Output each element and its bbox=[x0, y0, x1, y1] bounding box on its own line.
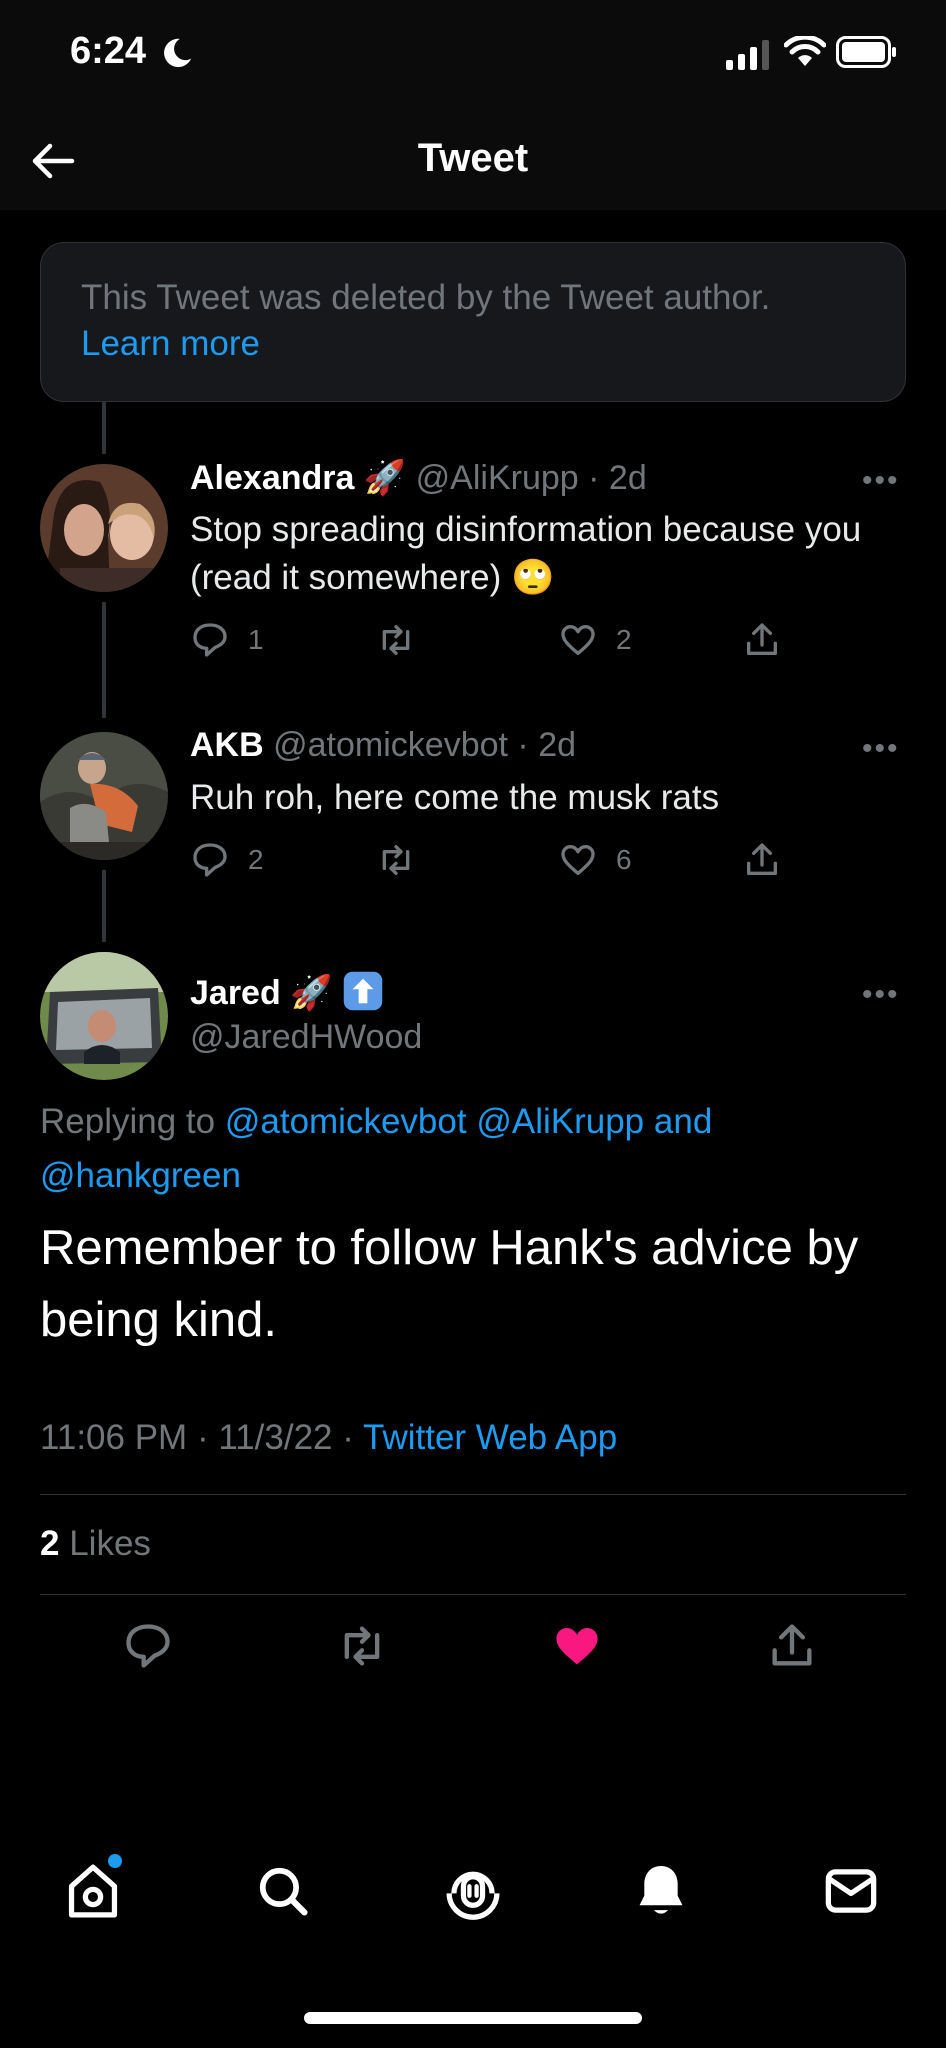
tweet-date: 11/3/22 bbox=[218, 1418, 333, 1457]
tab-search[interactable] bbox=[254, 1860, 312, 1927]
retweet-icon[interactable] bbox=[334, 1620, 390, 1672]
like-count: 6 bbox=[616, 844, 632, 875]
tweet-text: Stop spreading disinformation because yo… bbox=[190, 510, 862, 597]
retweet-button[interactable] bbox=[374, 620, 436, 660]
display-name[interactable]: Alexandra bbox=[190, 459, 354, 497]
display-name[interactable]: Jared bbox=[190, 974, 281, 1012]
main-tweet-actions bbox=[0, 1620, 946, 1690]
tweet-actions: 1 2 bbox=[190, 620, 810, 670]
rocket-emoji: 🚀 bbox=[363, 459, 407, 497]
avatar[interactable] bbox=[40, 732, 168, 860]
status-time: 6:24 bbox=[70, 30, 147, 72]
more-icon[interactable]: ••• bbox=[862, 464, 900, 498]
nav-bar: Tweet bbox=[0, 110, 946, 210]
messages-icon bbox=[825, 1869, 877, 1913]
author-handle-row: @JaredHWood bbox=[190, 1018, 422, 1057]
home-indicator[interactable] bbox=[304, 2012, 642, 2024]
notifications-icon bbox=[639, 1865, 683, 1914]
up-arrow-icon bbox=[343, 971, 383, 1011]
mention-link[interactable]: @atomickevbot bbox=[225, 1102, 467, 1141]
search-icon bbox=[259, 1867, 308, 1916]
like-count: 2 bbox=[616, 624, 632, 655]
cellular-signal-icon bbox=[726, 40, 769, 70]
deleted-tweet-notice: This Tweet was deleted by the Tweet auth… bbox=[40, 242, 906, 402]
retweet-button[interactable] bbox=[374, 840, 436, 880]
heart-icon bbox=[561, 845, 595, 875]
reply-icon[interactable] bbox=[122, 1620, 174, 1672]
reply-button[interactable]: 1 bbox=[190, 620, 264, 660]
reply-count: 2 bbox=[248, 844, 264, 875]
tweet-actions: 2 6 bbox=[190, 840, 810, 890]
home-icon bbox=[68, 1864, 118, 1918]
replying-to: Replying to @atomickevbot @AliKrupp and … bbox=[40, 1095, 900, 1203]
battery-icon bbox=[836, 36, 896, 68]
tweet-metadata: 11:06 PM · 11/3/22 · Twitter Web App bbox=[40, 1418, 618, 1457]
retweet-icon bbox=[382, 845, 410, 875]
username[interactable]: @AliKrupp bbox=[416, 459, 579, 497]
tweet-text: Ruh roh, here come the musk rats bbox=[190, 778, 720, 817]
heart-icon bbox=[561, 625, 595, 655]
heart-icon[interactable] bbox=[550, 1620, 604, 1672]
more-icon[interactable]: ••• bbox=[862, 732, 900, 766]
replying-to-and[interactable]: and bbox=[654, 1102, 712, 1141]
avatar[interactable] bbox=[40, 952, 168, 1080]
thread-line bbox=[102, 402, 106, 454]
share-icon[interactable] bbox=[766, 1620, 818, 1672]
tab-home[interactable] bbox=[64, 1854, 122, 1927]
divider bbox=[40, 1494, 906, 1495]
username[interactable]: @atomickevbot bbox=[273, 726, 508, 764]
thread-line bbox=[102, 870, 106, 942]
share-button[interactable] bbox=[742, 840, 782, 880]
tweet-source-link[interactable]: Twitter Web App bbox=[363, 1418, 617, 1457]
spaces-icon bbox=[446, 1871, 500, 1920]
moon-icon bbox=[164, 38, 192, 68]
share-icon bbox=[747, 623, 777, 655]
like-button[interactable]: 2 bbox=[558, 620, 632, 660]
tab-bar bbox=[0, 1854, 946, 1960]
reply-button[interactable]: 2 bbox=[190, 840, 264, 880]
like-button[interactable]: 6 bbox=[558, 840, 632, 880]
likes-count: 2 bbox=[40, 1524, 60, 1563]
tab-notifications[interactable] bbox=[632, 1860, 690, 1927]
tab-spaces[interactable] bbox=[444, 1860, 502, 1927]
mention-link[interactable]: @AliKrupp bbox=[476, 1102, 644, 1141]
tweet-time: 11:06 PM bbox=[40, 1418, 188, 1457]
replying-to-label: Replying to bbox=[40, 1102, 216, 1141]
learn-more-link[interactable]: Learn more bbox=[81, 321, 865, 367]
thread-line bbox=[102, 602, 106, 718]
share-icon bbox=[747, 843, 777, 875]
reply-count: 1 bbox=[248, 624, 264, 655]
share-button[interactable] bbox=[742, 620, 782, 660]
display-name[interactable]: AKB bbox=[190, 726, 264, 764]
avatar[interactable] bbox=[40, 464, 168, 592]
rocket-emoji: 🚀 bbox=[290, 974, 333, 1012]
more-icon[interactable]: ••• bbox=[862, 978, 900, 1012]
likes-label: Likes bbox=[69, 1524, 151, 1563]
retweet-icon bbox=[382, 625, 410, 655]
notification-dot bbox=[108, 1854, 122, 1868]
timestamp: 2d bbox=[538, 726, 577, 764]
tab-messages[interactable] bbox=[822, 1860, 880, 1927]
mention-link[interactable]: @hankgreen bbox=[40, 1156, 241, 1195]
deleted-notice-text: This Tweet was deleted by the Tweet auth… bbox=[81, 278, 771, 317]
reply-icon bbox=[193, 843, 227, 877]
username[interactable]: @JaredHWood bbox=[190, 1018, 422, 1056]
timestamp: 2d bbox=[608, 459, 647, 497]
reply-icon bbox=[193, 623, 227, 657]
wifi-icon bbox=[784, 36, 826, 66]
tweet-header: AKB @atomickevbot · 2d bbox=[190, 726, 577, 764]
main-tweet-text: Remember to follow Hank's advice by bein… bbox=[40, 1221, 859, 1347]
author-name-row: Jared 🚀 bbox=[190, 970, 384, 1013]
likes-summary[interactable]: 2 Likes bbox=[40, 1524, 151, 1564]
divider bbox=[40, 1594, 906, 1595]
status-bar: 6:24 bbox=[0, 0, 946, 110]
page-title: Tweet bbox=[417, 136, 529, 180]
tweet-header: Alexandra 🚀 @AliKrupp · 2d bbox=[190, 459, 647, 497]
